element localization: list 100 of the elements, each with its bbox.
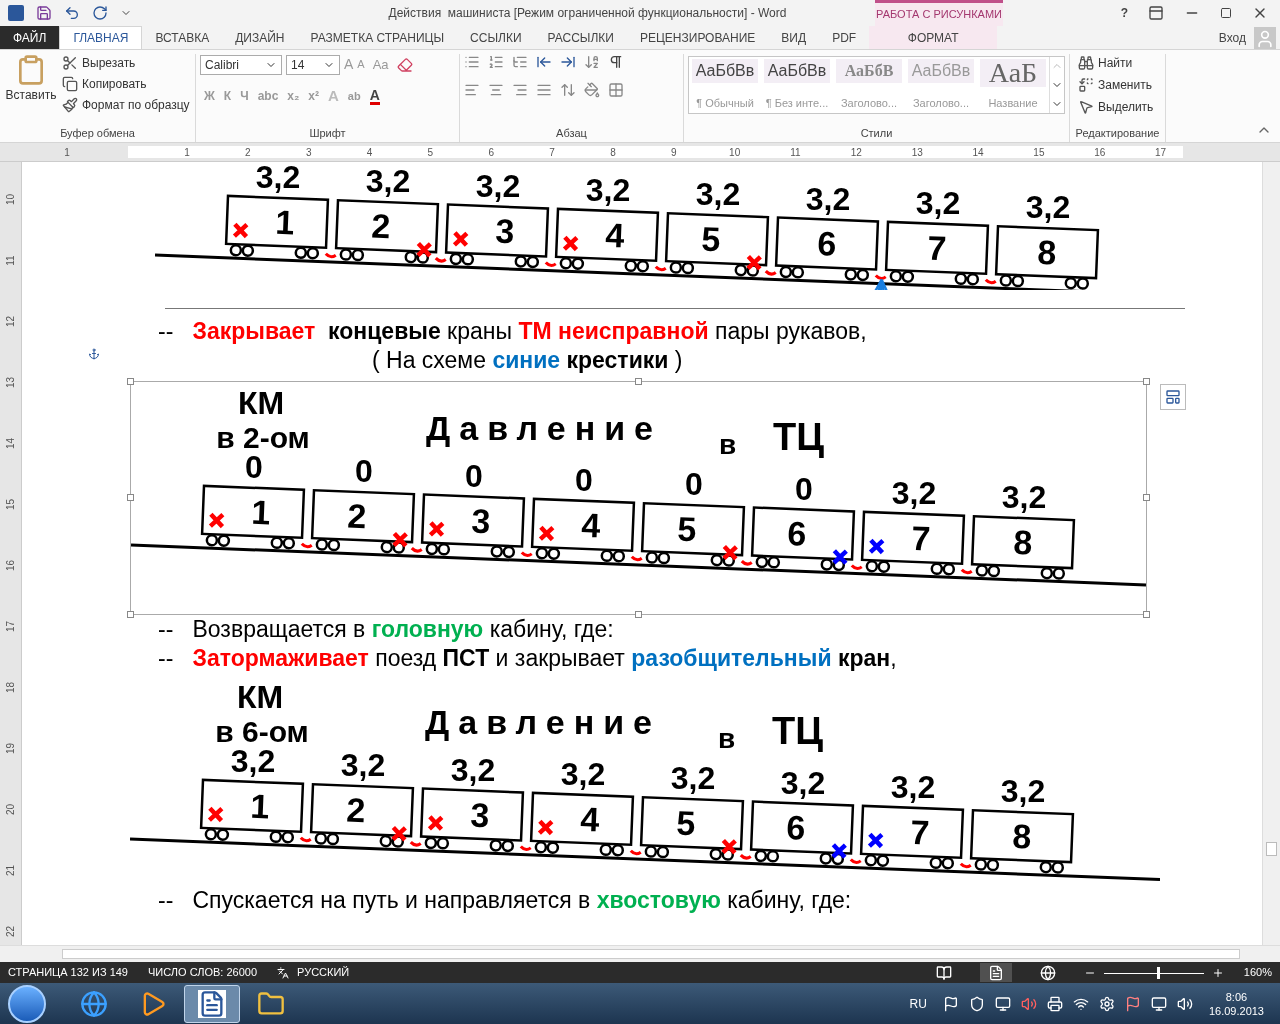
shading-icon[interactable]	[584, 82, 600, 98]
controller-label: КМ	[237, 385, 285, 421]
wagon-number: 1	[250, 492, 272, 532]
wagon-number: 4	[579, 799, 601, 839]
zoom-slider[interactable]	[1103, 965, 1204, 980]
replace-icon[interactable]	[1078, 77, 1094, 93]
editing-button[interactable]: Найти	[1078, 54, 1161, 72]
borders-icon[interactable]	[608, 82, 624, 98]
ribbon-display-icon[interactable]	[1148, 5, 1164, 21]
restore-icon[interactable]	[1220, 7, 1232, 19]
pilcrow-icon[interactable]	[608, 54, 624, 70]
binoculars-icon[interactable]	[1078, 55, 1094, 71]
multilevel-list-icon[interactable]	[512, 54, 528, 70]
proofing-icon[interactable]	[277, 966, 290, 979]
save-icon[interactable]	[36, 5, 52, 21]
font-family-field[interactable]: Calibri	[200, 54, 282, 75]
ruler-number: 14	[4, 437, 18, 450]
align-right-icon[interactable]	[512, 82, 528, 98]
ruler-number: 12	[850, 146, 862, 160]
ribbon-tab[interactable]: РАЗМЕТКА СТРАНИЦЫ	[297, 26, 458, 49]
paintbrush-icon[interactable]	[62, 97, 78, 113]
increase-indent-icon[interactable]	[560, 54, 576, 70]
pressure-value: 0	[795, 470, 813, 507]
resize-handle[interactable]	[127, 378, 134, 385]
sort-icon[interactable]	[584, 54, 600, 70]
clipboard-button[interactable]: Копировать	[62, 75, 190, 93]
wagon-number: 3	[469, 795, 491, 835]
speaker-icon[interactable]	[1176, 995, 1193, 1012]
ribbon-tab[interactable]: ВИД	[768, 26, 820, 49]
scissors-icon[interactable]	[62, 55, 78, 71]
line-spacing-icon[interactable]	[560, 82, 576, 98]
ribbon-tab[interactable]: ФАЙЛ	[0, 26, 60, 49]
clock-date[interactable]: 16.09.2013	[1208, 1003, 1264, 1018]
start-button[interactable]	[8, 984, 46, 1023]
align-left-icon[interactable]	[464, 82, 480, 98]
clipboard-button[interactable]: Вырезать	[62, 54, 190, 72]
printer-icon[interactable]	[1046, 995, 1063, 1012]
font-size-field[interactable]: 14	[286, 54, 340, 75]
ribbon-tab[interactable]: ГЛАВНАЯ	[59, 26, 143, 49]
ribbon-tab[interactable]: ССЫЛКИ	[457, 26, 535, 49]
help-button[interactable]: ?	[1120, 4, 1128, 22]
flag-icon[interactable]	[942, 995, 959, 1012]
zoom-level[interactable]: 160%	[1243, 964, 1272, 981]
word-count[interactable]: ЧИСЛО СЛОВ: 26000	[148, 964, 258, 981]
font-color-button[interactable]: A	[369, 87, 380, 105]
page-icon[interactable]	[987, 964, 1004, 981]
anchor-icon	[88, 348, 100, 360]
group-label: Редактирование	[1074, 125, 1161, 141]
resize-handle[interactable]	[127, 494, 134, 501]
numbering-icon[interactable]	[488, 54, 504, 70]
ribbon-tab[interactable]: РЕЦЕНЗИРОВАНИЕ	[626, 26, 769, 49]
resize-handle[interactable]	[127, 611, 134, 618]
editing-button[interactable]: Заменить	[1078, 76, 1161, 94]
pointer-icon[interactable]	[1078, 99, 1094, 115]
ribbon-tab[interactable]: РАССЫЛКИ	[534, 26, 627, 49]
resize-handle[interactable]	[1143, 494, 1150, 501]
decrease-indent-icon[interactable]	[536, 54, 552, 70]
zoom-thumb[interactable]	[1157, 966, 1161, 979]
bullets-icon[interactable]	[464, 54, 480, 70]
ribbon-tab[interactable]: ФОРМАТ	[869, 26, 998, 49]
undo-icon[interactable]	[64, 5, 80, 21]
ribbon-tab[interactable]: ВСТАВКА	[142, 26, 223, 49]
monitor-icon[interactable]	[994, 995, 1011, 1012]
clipboard-button[interactable]: Формат по образцу	[62, 96, 190, 114]
view-mode-button[interactable]	[979, 963, 1012, 982]
context-label: РАБОТА С РИСУНКАМИ	[876, 7, 1002, 23]
align-center-icon[interactable]	[488, 82, 504, 98]
folder-icon[interactable]	[257, 989, 285, 1018]
resize-handle[interactable]	[1143, 378, 1150, 385]
input-language[interactable]: RU	[909, 994, 927, 1013]
horizontal-scrollbar[interactable]	[0, 945, 1280, 962]
clear-format-icon[interactable]	[396, 56, 413, 73]
wagon-number: 4	[604, 215, 626, 255]
redo-icon[interactable]	[92, 5, 108, 21]
taskbar-app[interactable]	[184, 984, 240, 1023]
editing-button[interactable]: Выделить	[1078, 98, 1161, 116]
ruler-number: 13	[911, 146, 923, 160]
monitor-icon[interactable]	[1150, 995, 1167, 1012]
document-icon[interactable]	[198, 989, 226, 1018]
wagon-number: 7	[909, 812, 931, 852]
copy-icon[interactable]	[62, 76, 78, 92]
vertical-scrollbar[interactable]	[1262, 162, 1280, 945]
resize-handle[interactable]	[635, 611, 642, 618]
book-icon[interactable]	[935, 964, 952, 981]
clock-time[interactable]: 8:06	[1225, 989, 1248, 1004]
zoom-in-icon[interactable]	[1211, 966, 1224, 979]
resize-handle[interactable]	[1143, 611, 1150, 618]
shield-icon[interactable]	[968, 995, 985, 1012]
layout-options-icon[interactable]	[1160, 384, 1186, 410]
resize-handle[interactable]	[635, 378, 642, 385]
gear-icon[interactable]	[1098, 995, 1115, 1012]
flag-icon[interactable]	[1124, 995, 1141, 1012]
ribbon-tab[interactable]: ДИЗАЙН	[222, 26, 298, 49]
page-count[interactable]: СТРАНИЦА 132 ИЗ 149	[8, 964, 128, 981]
sign-in-link[interactable]: Вход	[1218, 28, 1246, 47]
ribbon-tab[interactable]: PDF	[819, 26, 870, 49]
language-indicator[interactable]: РУССКИЙ	[297, 964, 350, 981]
paste-button[interactable]: Вставить	[4, 54, 58, 114]
justify-icon[interactable]	[536, 82, 552, 98]
wagon-number: 2	[370, 206, 392, 246]
